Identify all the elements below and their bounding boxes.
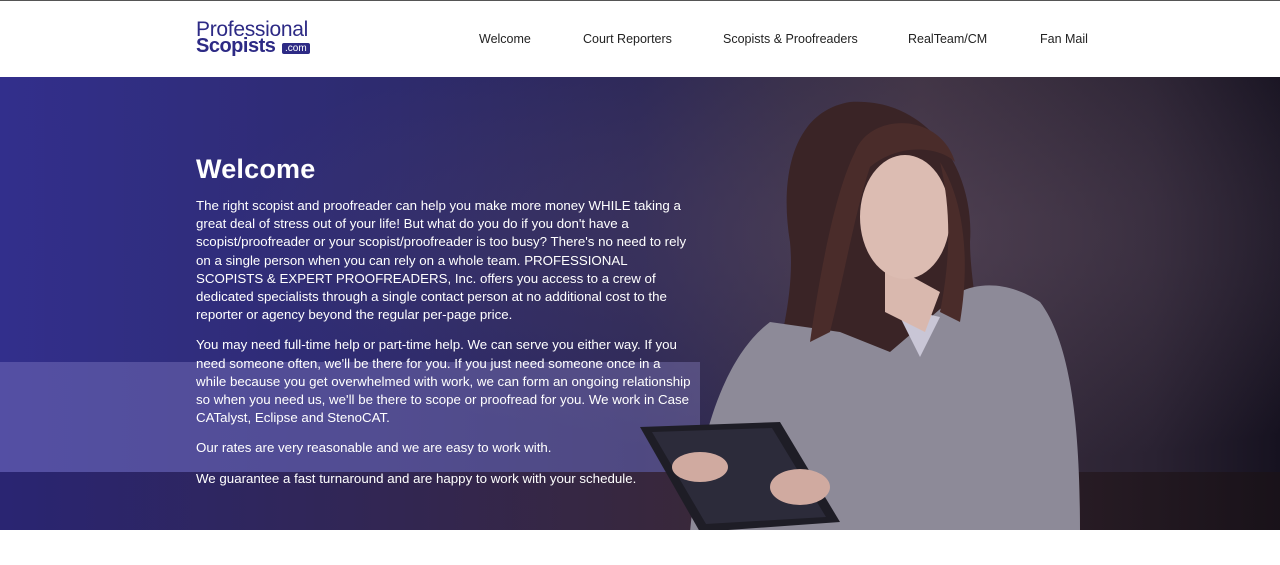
- nav-item-fan-mail[interactable]: Fan Mail: [1040, 32, 1088, 46]
- page-bottom-area: [0, 530, 1280, 565]
- logo-text-com: .com: [282, 43, 310, 54]
- site-header: Professional Scopists .com Welcome Court…: [0, 1, 1280, 77]
- site-logo[interactable]: Professional Scopists .com: [196, 19, 316, 59]
- nav-item-realteam-cm[interactable]: RealTeam/CM: [908, 32, 987, 46]
- woman-with-tablet-photo: [640, 101, 1080, 530]
- hero-title: Welcome: [196, 154, 316, 184]
- hero-content: Welcome The right scopist and proofreade…: [196, 153, 691, 500]
- hero-banner: Welcome The right scopist and proofreade…: [0, 77, 1280, 530]
- hero-paragraph-4: We guarantee a fast turnaround and are h…: [196, 470, 637, 486]
- hero-paragraph-1: The right scopist and proofreader can he…: [196, 198, 687, 323]
- nav-item-scopists-proofreaders[interactable]: Scopists & Proofreaders: [723, 32, 858, 46]
- hero-paragraph-2: You may need full-time help or part-time…: [196, 337, 691, 426]
- nav-item-welcome[interactable]: Welcome: [479, 32, 531, 46]
- hero-paragraph-3: Our rates are very reasonable and we are…: [196, 440, 552, 456]
- nav-item-court-reporters[interactable]: Court Reporters: [583, 32, 672, 46]
- logo-text-scopists: Scopists: [196, 35, 276, 57]
